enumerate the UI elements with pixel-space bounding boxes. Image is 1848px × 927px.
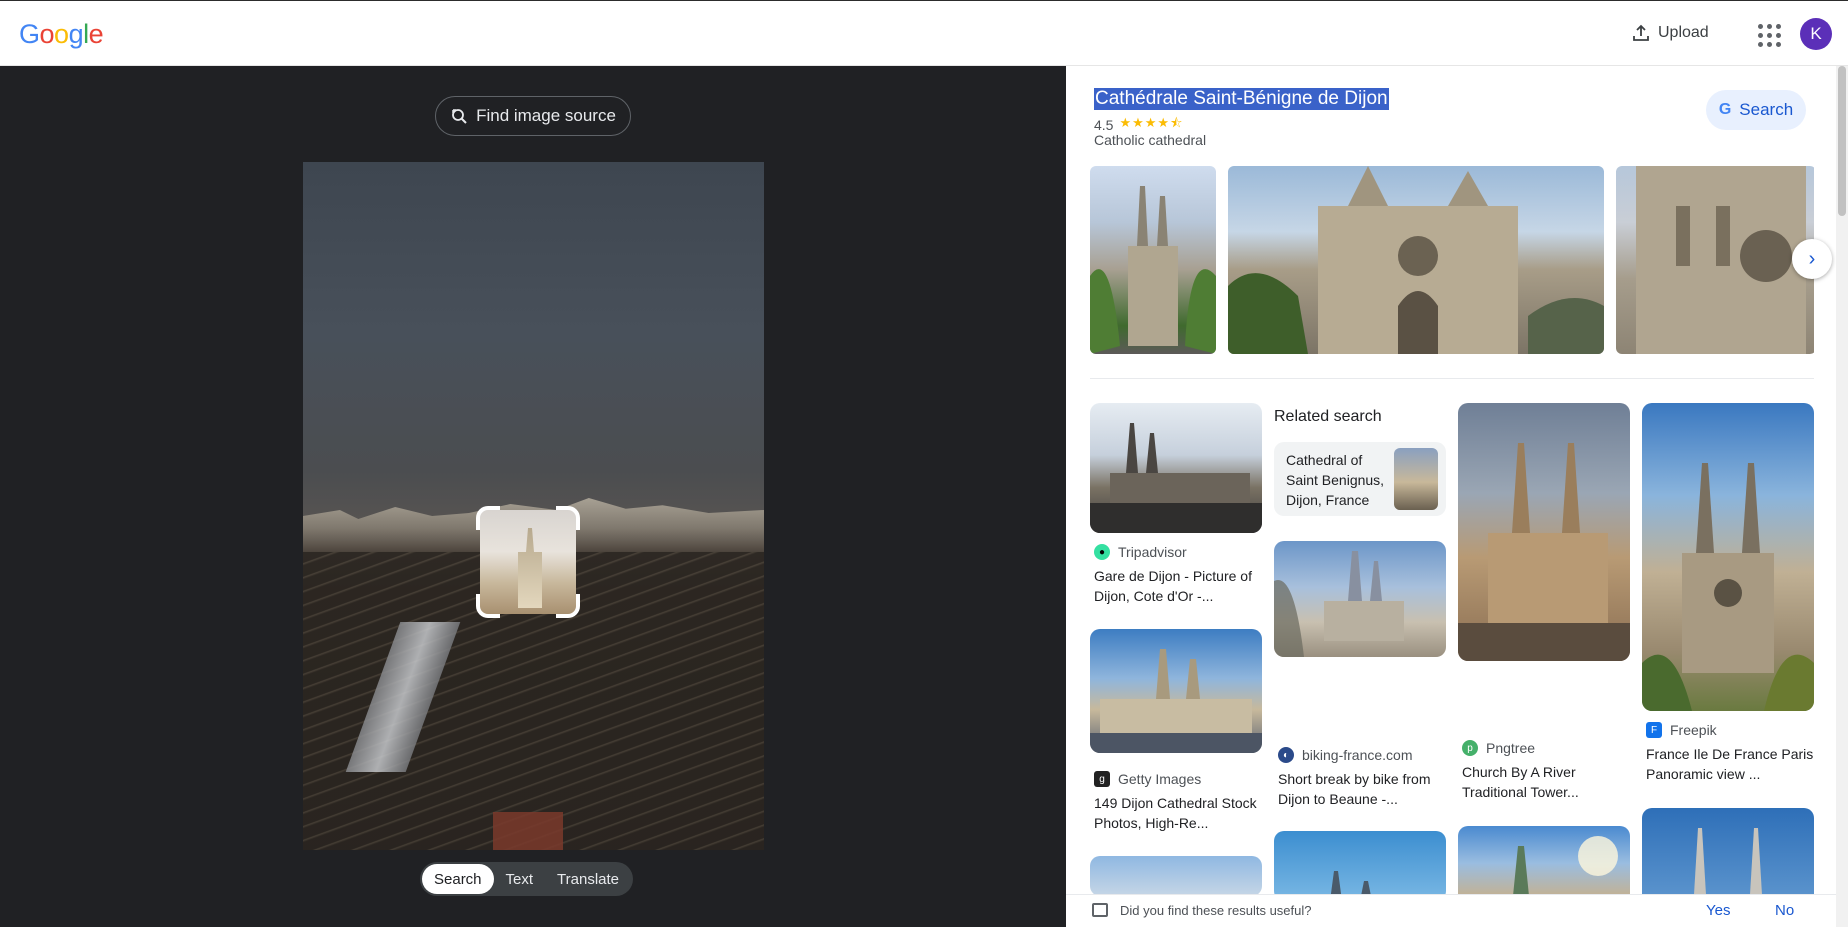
chevron-right-icon: ›: [1808, 247, 1816, 270]
crop-handle-bottom-right[interactable]: [556, 594, 580, 618]
freepik-icon: F: [1646, 722, 1662, 738]
mode-tabs: Search Text Translate: [420, 862, 634, 896]
getty-images-icon: g: [1094, 771, 1110, 787]
logo-letter: o: [39, 19, 55, 49]
feedback-question: Did you find these results useful?: [1120, 903, 1312, 918]
feedback-no-button[interactable]: No: [1775, 902, 1794, 919]
result-image[interactable]: [1090, 856, 1262, 896]
find-source-label: Find image source: [476, 106, 616, 125]
search-button-label: Search: [1739, 100, 1794, 119]
crop-handle-top-left[interactable]: [476, 506, 500, 530]
result-source[interactable]: p Pngtree: [1462, 740, 1535, 756]
gallery-image[interactable]: [1616, 166, 1814, 354]
result-title[interactable]: Gare de Dijon - Picture of Dijon, Cote d…: [1094, 566, 1264, 606]
google-logo[interactable]: Google: [19, 19, 104, 50]
result-image[interactable]: [1090, 403, 1262, 533]
result-title[interactable]: Church By A River Traditional Tower...: [1462, 762, 1632, 802]
result-title[interactable]: France Ile De France Paris Panoramic vie…: [1646, 744, 1816, 784]
tab-translate[interactable]: Translate: [545, 864, 631, 894]
result-source[interactable]: ◐ biking-france.com: [1278, 747, 1413, 763]
result-image[interactable]: [1458, 403, 1630, 661]
search-button[interactable]: G Search: [1706, 90, 1806, 130]
logo-letter: G: [19, 19, 40, 49]
feedback-yes-button[interactable]: Yes: [1706, 902, 1730, 919]
gallery-image[interactable]: [1228, 166, 1604, 354]
logo-letter: g: [68, 19, 84, 49]
result-title[interactable]: 149 Dijon Cathedral Stock Photos, High-R…: [1094, 793, 1264, 833]
source-label: Getty Images: [1118, 771, 1202, 787]
top-bar: Google Upload K: [0, 0, 1848, 66]
image-viewer: Find image source Search Text Translate: [0, 66, 1066, 927]
image-wagon: [493, 812, 563, 850]
result-image[interactable]: [1090, 629, 1262, 753]
feedback-bar: Did you find these results useful? Yes N…: [1066, 894, 1836, 927]
result-source[interactable]: ● Tripadvisor: [1094, 544, 1187, 560]
google-g-icon: G: [1718, 101, 1732, 118]
related-search-label: Cathedral of Saint Benignus, Dijon, Fran…: [1286, 452, 1385, 508]
rating-value: 4.5: [1094, 117, 1114, 133]
crop-cathedral-shape: [518, 528, 542, 608]
lens-search-icon: [452, 109, 467, 124]
place-type: Catholic cathedral: [1094, 132, 1207, 148]
upload-button[interactable]: Upload: [1620, 15, 1721, 51]
result-image[interactable]: [1274, 831, 1446, 901]
results-scrollbar[interactable]: [1836, 66, 1848, 927]
source-label: Tripadvisor: [1118, 544, 1187, 560]
logo-letter: e: [88, 19, 104, 49]
place-image-gallery: [1090, 166, 1814, 354]
avatar[interactable]: K: [1800, 18, 1832, 50]
result-source[interactable]: F Freepik: [1646, 722, 1717, 738]
scrollbar-thumb[interactable]: [1838, 66, 1846, 216]
biking-france-icon: ◐: [1278, 747, 1294, 763]
crop-handle-bottom-left[interactable]: [476, 594, 500, 618]
find-image-source-button[interactable]: Find image source: [435, 96, 631, 136]
result-source[interactable]: g Getty Images: [1094, 771, 1201, 787]
gallery-image[interactable]: [1090, 166, 1216, 354]
logo-letter: o: [54, 19, 69, 49]
gallery-next-button[interactable]: ›: [1792, 239, 1832, 279]
related-search-chip[interactable]: Cathedral of Saint Benignus, Dijon, Fran…: [1274, 442, 1446, 516]
pngtree-icon: p: [1462, 740, 1478, 756]
tab-search[interactable]: Search: [422, 864, 494, 894]
result-image[interactable]: [1274, 541, 1446, 657]
section-divider: [1090, 378, 1814, 379]
crop-handle-top-right[interactable]: [556, 506, 580, 530]
feedback-icon: [1092, 903, 1108, 917]
related-search-thumbnail: [1394, 448, 1438, 510]
crop-selection-box[interactable]: [476, 506, 580, 618]
source-label: Pngtree: [1486, 740, 1536, 756]
upload-icon: [1633, 24, 1649, 41]
related-search-heading: Related search: [1274, 408, 1382, 425]
tripadvisor-icon: ●: [1094, 544, 1110, 560]
place-title[interactable]: Cathédrale Saint-Bénigne de Dijon: [1094, 88, 1389, 110]
tab-text[interactable]: Text: [494, 864, 546, 894]
results-panel: Cathédrale Saint-Bénigne de Dijon 4.5 ★★…: [1066, 66, 1848, 927]
result-title[interactable]: Short break by bike from Dijon to Beaune…: [1278, 769, 1448, 809]
source-label: biking-france.com: [1302, 747, 1413, 763]
upload-label: Upload: [1658, 24, 1709, 41]
apps-grid-icon[interactable]: [1752, 17, 1784, 49]
source-label: Freepik: [1670, 722, 1717, 738]
result-image[interactable]: [1642, 403, 1814, 711]
